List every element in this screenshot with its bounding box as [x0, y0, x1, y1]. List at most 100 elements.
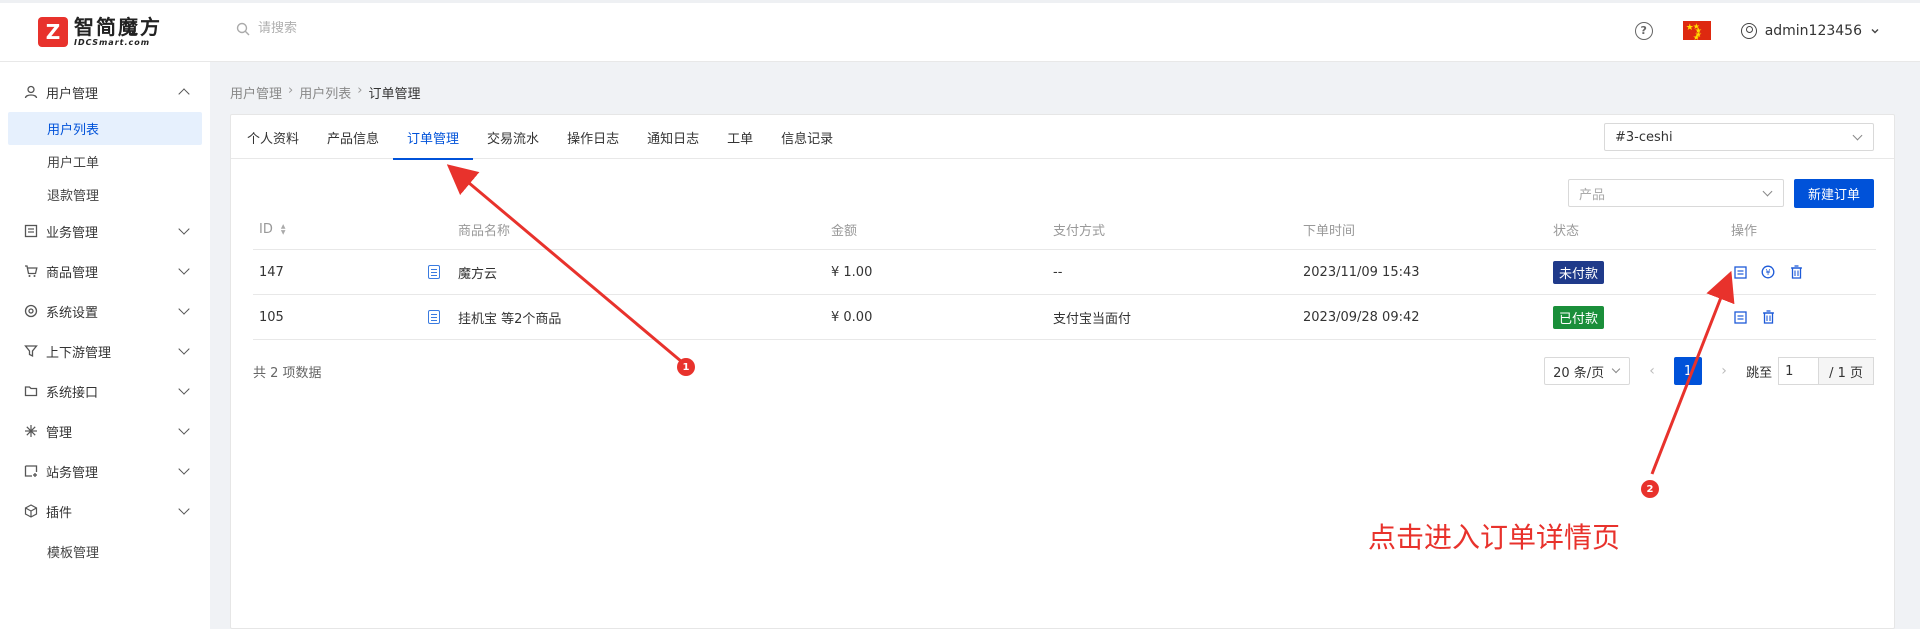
- jump-input[interactable]: 1: [1778, 357, 1819, 385]
- chevron-right-icon: ›: [288, 83, 294, 98]
- chevron-down-icon: [178, 463, 190, 475]
- table-header: ID ▲ ▼ 商品名称 金额 支付方式 下单时间 状态 操作: [253, 210, 1876, 250]
- search-box[interactable]: [236, 21, 458, 36]
- table-row: 147 魔方云 ¥ 1.00 -- 2023/11/09 15:43 未付款 ¥: [253, 250, 1876, 295]
- user-select[interactable]: #3-ceshi: [1604, 123, 1874, 151]
- gear-icon: [24, 304, 38, 318]
- cube-icon: [24, 504, 38, 518]
- logo-title: 智简魔方: [74, 15, 162, 39]
- tab-profile[interactable]: 个人资料: [247, 115, 299, 159]
- jump-label: 跳至: [1746, 365, 1773, 381]
- status-badge: 未付款: [1553, 260, 1605, 284]
- chevron-down-icon: [178, 383, 190, 395]
- page-size-select[interactable]: 20 条/页: [1544, 357, 1631, 385]
- chevron-down-icon: [1871, 28, 1879, 33]
- cart-icon: [24, 264, 38, 278]
- order-amount: ¥ 1.00: [831, 264, 873, 280]
- sidebar-group-upstream[interactable]: 上下游管理: [0, 331, 210, 371]
- column-header-name: 商品名称: [458, 224, 511, 239]
- order-doc-icon[interactable]: [428, 265, 440, 279]
- delete-icon[interactable]: [1761, 310, 1775, 324]
- breadcrumb-current: 订单管理: [368, 87, 421, 102]
- new-order-button[interactable]: 新建订单: [1794, 179, 1874, 208]
- tab-products[interactable]: 产品信息: [327, 115, 379, 159]
- chevron-down-icon: [1611, 364, 1621, 374]
- delete-icon[interactable]: [1789, 265, 1803, 279]
- sort-icon[interactable]: ▲ ▼: [281, 223, 286, 236]
- pagination: 20 条/页 ‹ 1 › 跳至 1 / 1 页: [1544, 357, 1874, 385]
- china-flag-icon[interactable]: ★ ★ ★ ★ ★: [1682, 21, 1711, 42]
- main-card: 个人资料 产品信息 订单管理 交易流水 操作日志 通知日志 工单 信息记录 #3…: [230, 114, 1895, 629]
- sidebar-group-plugins[interactable]: 插件: [0, 491, 210, 531]
- sidebar-group-products[interactable]: 商品管理: [0, 251, 210, 291]
- tab-tickets[interactable]: 工单: [727, 115, 753, 159]
- order-name: 魔方云: [458, 266, 498, 282]
- user-menu[interactable]: admin123456: [1740, 22, 1880, 39]
- chevron-down-icon: [1762, 186, 1773, 197]
- top-bar: Z 智简魔方 IDCSmart.com ? ★★★★★ admin123456: [0, 0, 1920, 62]
- tab-info-records[interactable]: 信息记录: [781, 115, 833, 159]
- next-page-icon[interactable]: ›: [1714, 363, 1734, 379]
- search-icon: [236, 22, 250, 35]
- chevron-down-icon: [178, 503, 190, 515]
- column-header-id[interactable]: ID ▲ ▼: [259, 210, 285, 249]
- order-detail-icon[interactable]: [1733, 265, 1747, 279]
- tab-orders[interactable]: 订单管理: [393, 115, 474, 160]
- prev-page-icon[interactable]: ‹: [1642, 363, 1662, 379]
- chevron-down-icon: [178, 223, 190, 235]
- tab-transactions[interactable]: 交易流水: [487, 115, 539, 159]
- logo-mark-icon: Z: [38, 17, 68, 47]
- order-name: 挂机宝 等2个商品: [458, 311, 562, 327]
- username: admin123456: [1764, 22, 1862, 39]
- breadcrumb-item[interactable]: 用户列表: [299, 83, 351, 102]
- sidebar-group-business[interactable]: 业务管理: [0, 211, 210, 251]
- breadcrumb: 用户管理 › 用户列表 › 订单管理: [230, 83, 420, 102]
- page-jump: 跳至 1 / 1 页: [1746, 357, 1874, 385]
- breadcrumb-item[interactable]: 用户管理: [230, 83, 282, 102]
- table-row: 105 挂机宝 等2个商品 ¥ 0.00 支付宝当面付 2023/09/28 0…: [253, 295, 1876, 340]
- search-input[interactable]: [258, 21, 458, 36]
- logo[interactable]: Z 智简魔方 IDCSmart.com: [38, 17, 162, 47]
- sidebar-item-refunds[interactable]: 退款管理: [0, 178, 210, 211]
- sidebar-group-interfaces[interactable]: 系统接口: [0, 371, 210, 411]
- sidebar-item-templates[interactable]: 模板管理: [0, 531, 210, 571]
- order-id: 105: [259, 309, 284, 325]
- user-icon: [24, 85, 38, 99]
- jump-total: / 1 页: [1818, 357, 1874, 385]
- sidebar-group-user-management[interactable]: 用户管理: [0, 72, 210, 112]
- annotation-text: 点击进入订单详情页: [1368, 521, 1621, 554]
- sidebar-group-site[interactable]: 站务管理: [0, 451, 210, 491]
- column-header-status: 状态: [1553, 224, 1580, 239]
- order-detail-icon[interactable]: [1733, 310, 1747, 324]
- annotation-marker-1: 1: [677, 358, 695, 376]
- order-amount: ¥ 0.00: [831, 309, 873, 325]
- sidebar-group-settings[interactable]: 系统设置: [0, 291, 210, 331]
- product-filter-placeholder: 产品: [1579, 187, 1606, 203]
- column-header-amount: 金额: [831, 224, 858, 239]
- user-avatar-icon: [1740, 22, 1757, 39]
- sidebar-item-user-tickets[interactable]: 用户工单: [0, 145, 210, 178]
- chevron-up-icon: [178, 88, 190, 100]
- column-header-actions: 操作: [1731, 224, 1758, 239]
- user-select-value: #3-ceshi: [1615, 129, 1673, 145]
- help-icon[interactable]: ?: [1634, 21, 1653, 40]
- annotation-marker-2: 2: [1641, 480, 1659, 498]
- list-icon: [24, 224, 38, 238]
- folder-icon: [24, 384, 38, 398]
- sidebar-group-manage[interactable]: 管理: [0, 411, 210, 451]
- sidebar-item-user-list[interactable]: 用户列表: [8, 112, 202, 145]
- sparkle-icon: [24, 424, 38, 438]
- tab-operation-log[interactable]: 操作日志: [567, 115, 619, 159]
- order-time: 2023/09/28 09:42: [1303, 309, 1420, 325]
- tab-notification-log[interactable]: 通知日志: [647, 115, 699, 159]
- site-icon: [24, 464, 38, 478]
- page-current[interactable]: 1: [1674, 357, 1703, 385]
- chevron-right-icon: ›: [357, 83, 363, 98]
- chevron-down-icon: [178, 303, 190, 315]
- order-payment: --: [1053, 264, 1063, 280]
- chevron-down-icon: [1852, 130, 1863, 141]
- product-filter-select[interactable]: 产品: [1568, 179, 1784, 207]
- pay-icon[interactable]: ¥: [1761, 265, 1775, 279]
- order-doc-icon[interactable]: [428, 310, 440, 324]
- orders-table: ID ▲ ▼ 商品名称 金额 支付方式 下单时间 状态 操作 147 魔方云 ¥ …: [253, 210, 1876, 340]
